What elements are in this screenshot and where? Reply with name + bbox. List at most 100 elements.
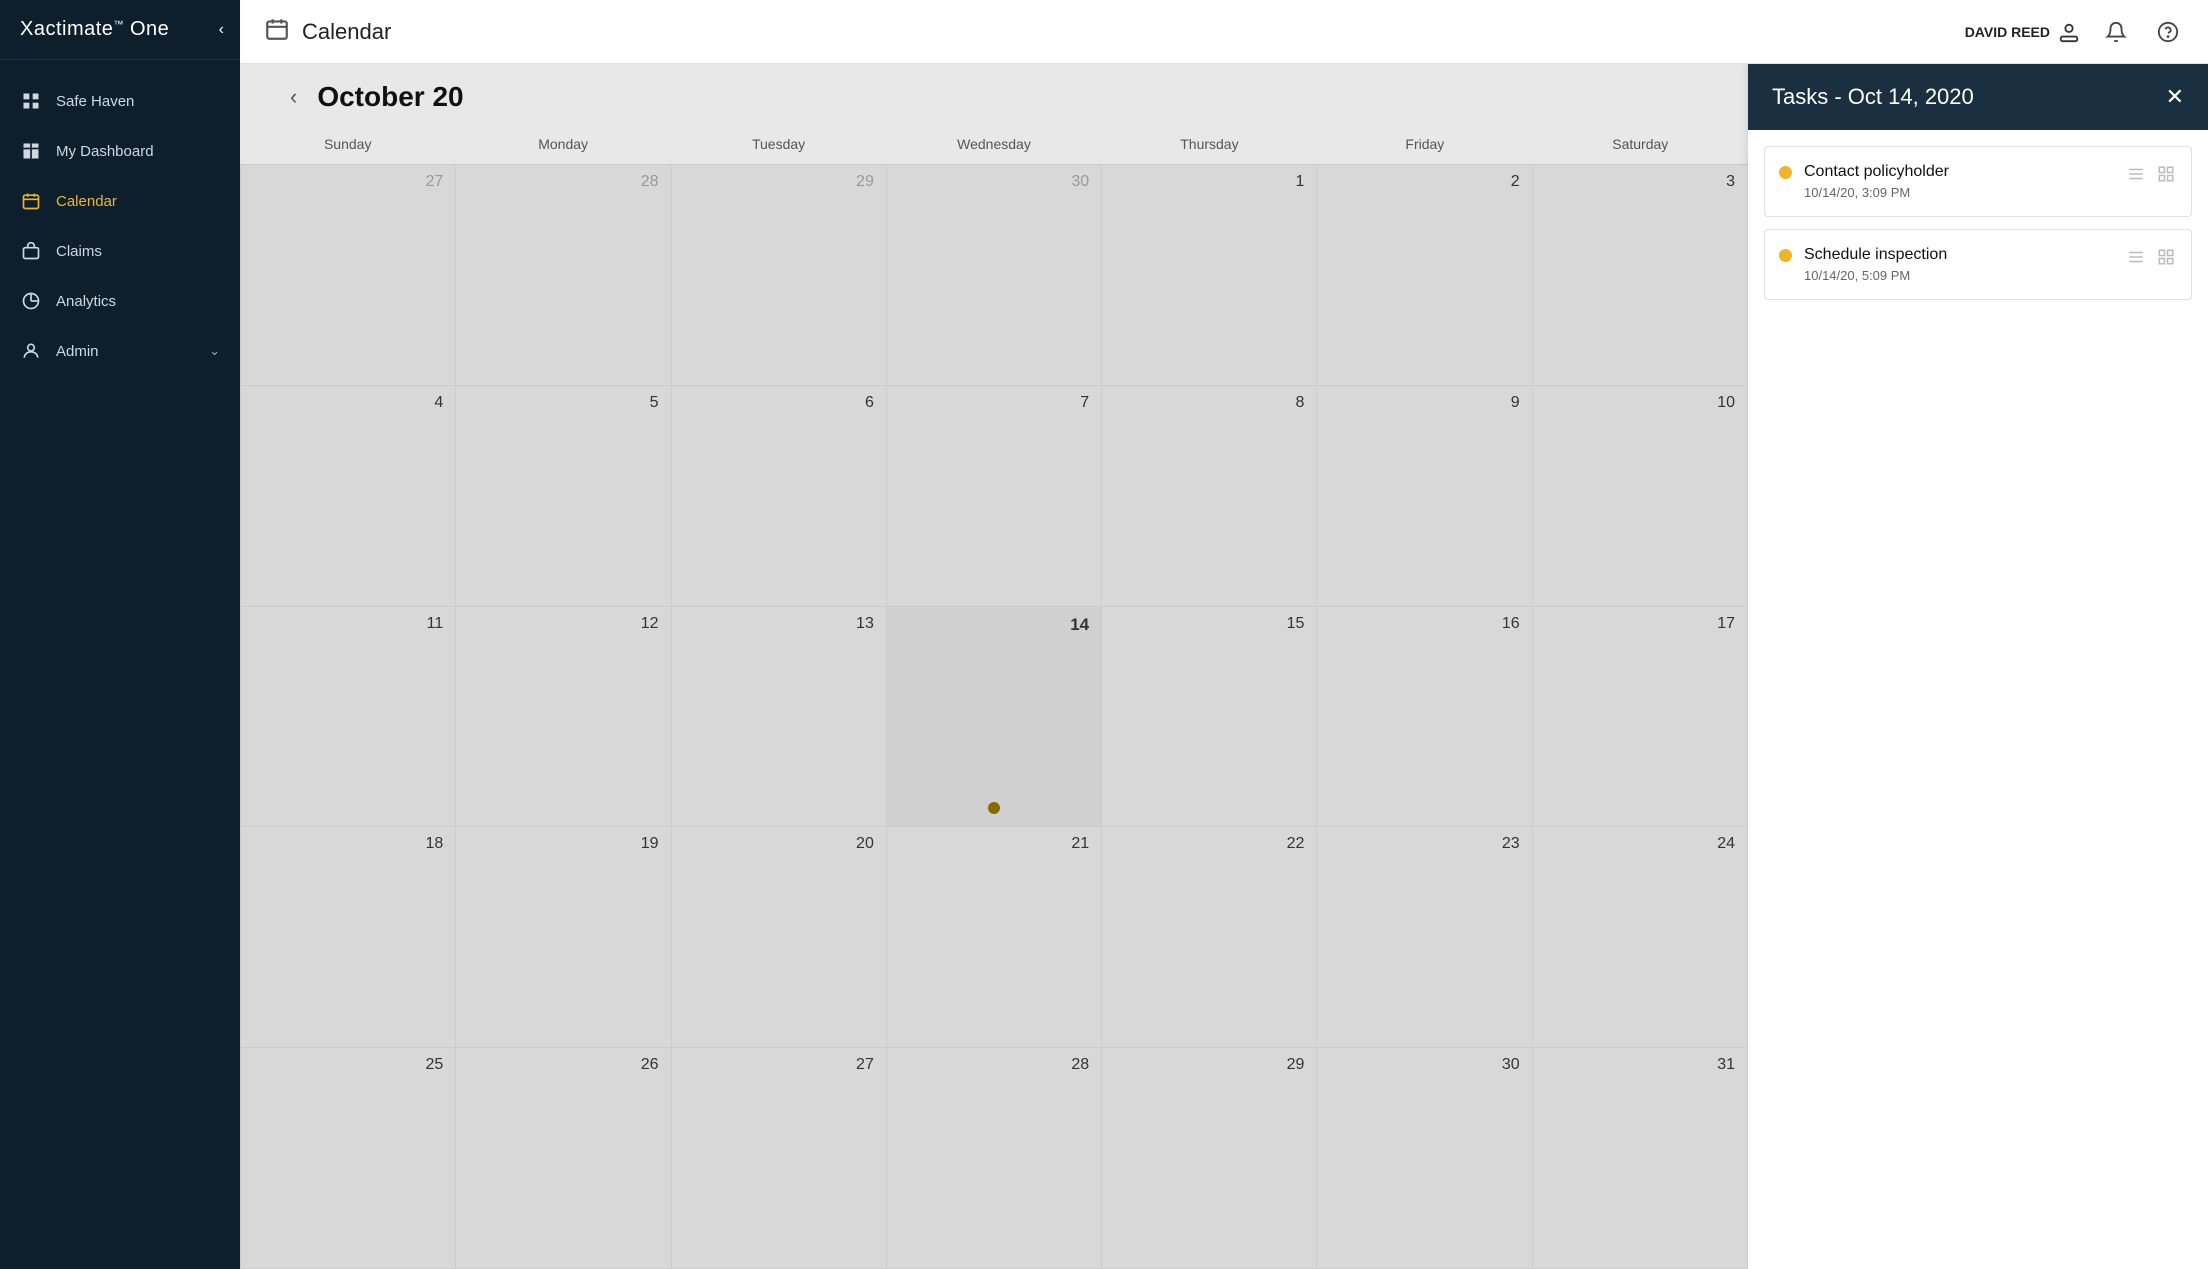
- calendar-day-cell[interactable]: 31: [1533, 1048, 1748, 1269]
- page-title: Calendar: [302, 19, 391, 45]
- task-grid-view-button[interactable]: [2155, 246, 2177, 273]
- app-title-super: ™: [113, 19, 124, 30]
- calendar-day-cell[interactable]: 6: [672, 386, 887, 607]
- task-grid-view-button[interactable]: [2155, 163, 2177, 190]
- calendar-day-cell[interactable]: 23: [1317, 827, 1532, 1048]
- calendar-day-cell[interactable]: 14: [887, 607, 1102, 828]
- task-card[interactable]: Schedule inspection 10/14/20, 5:09 PM: [1764, 229, 2192, 300]
- task-list-view-button[interactable]: [2125, 246, 2147, 273]
- sidebar-item-claims[interactable]: Claims: [0, 226, 240, 276]
- day-number: 21: [1071, 835, 1089, 853]
- notifications-button[interactable]: [2100, 16, 2132, 48]
- sidebar-item-safe-haven[interactable]: Safe Haven: [0, 76, 240, 126]
- help-button[interactable]: [2152, 16, 2184, 48]
- calendar-grid: Sunday Monday Tuesday Wednesday Thursday…: [240, 130, 1748, 1269]
- sidebar-item-admin[interactable]: Admin ⌄: [0, 326, 240, 376]
- day-number: 22: [1287, 835, 1305, 853]
- calendar-day-cell[interactable]: 28: [456, 165, 671, 386]
- task-time: 10/14/20, 3:09 PM: [1804, 185, 2113, 200]
- task-info: Contact policyholder 10/14/20, 3:09 PM: [1804, 163, 2113, 200]
- calendar-day-cell[interactable]: 20: [672, 827, 887, 1048]
- tasks-close-button[interactable]: ✕: [2166, 86, 2184, 108]
- calendar-day-cell[interactable]: 22: [1102, 827, 1317, 1048]
- header-left: Calendar: [264, 16, 391, 47]
- day-number: 28: [641, 173, 659, 191]
- day-number: 14: [1070, 615, 1089, 635]
- calendar-day-cell[interactable]: 30: [1317, 1048, 1532, 1269]
- task-actions: [2125, 246, 2177, 273]
- task-list-view-button[interactable]: [2125, 163, 2147, 190]
- app-logo: Xactimate™ One: [20, 18, 169, 41]
- sidebar-collapse-button[interactable]: ‹: [219, 21, 224, 39]
- calendar-day-cell[interactable]: 2: [1317, 165, 1532, 386]
- event-dot: [988, 802, 1000, 814]
- day-number: 19: [641, 835, 659, 853]
- calendar-day-cell[interactable]: 7: [887, 386, 1102, 607]
- day-number: 20: [856, 835, 874, 853]
- calendar-day-cell[interactable]: 11: [241, 607, 456, 828]
- day-number: 27: [856, 1056, 874, 1074]
- calendar-day-cell[interactable]: 17: [1533, 607, 1748, 828]
- calendar-day-cell[interactable]: 26: [456, 1048, 671, 1269]
- day-number: 12: [641, 615, 659, 633]
- weekday-sunday: Sunday: [240, 130, 455, 160]
- sidebar-item-label: Calendar: [56, 193, 220, 210]
- day-number: 5: [650, 394, 659, 412]
- calendar-day-cell[interactable]: 15: [1102, 607, 1317, 828]
- task-card[interactable]: Contact policyholder 10/14/20, 3:09 PM: [1764, 146, 2192, 217]
- weekday-wednesday: Wednesday: [886, 130, 1101, 160]
- calendar-day-cell[interactable]: 24: [1533, 827, 1748, 1048]
- weekday-friday: Friday: [1317, 130, 1532, 160]
- calendar-day-cell[interactable]: 29: [1102, 1048, 1317, 1269]
- day-number: 4: [434, 394, 443, 412]
- task-status-dot: [1779, 166, 1792, 179]
- day-number: 9: [1511, 394, 1520, 412]
- day-number: 15: [1287, 615, 1305, 633]
- calendar-day-cell[interactable]: 30: [887, 165, 1102, 386]
- weekday-thursday: Thursday: [1102, 130, 1317, 160]
- weekday-tuesday: Tuesday: [671, 130, 886, 160]
- calendar-day-cell[interactable]: 1: [1102, 165, 1317, 386]
- calendar-day-cell[interactable]: 12: [456, 607, 671, 828]
- weekday-monday: Monday: [455, 130, 670, 160]
- calendar-day-cell[interactable]: 21: [887, 827, 1102, 1048]
- analytics-icon: [20, 290, 42, 312]
- calendar-day-cell[interactable]: 8: [1102, 386, 1317, 607]
- calendar-day-cell[interactable]: 13: [672, 607, 887, 828]
- page-header: Calendar DAVID REED: [240, 0, 2208, 64]
- sidebar-item-my-dashboard[interactable]: My Dashboard: [0, 126, 240, 176]
- calendar-day-cell[interactable]: 19: [456, 827, 671, 1048]
- calendar-day-cell[interactable]: 4: [241, 386, 456, 607]
- day-number: 7: [1080, 394, 1089, 412]
- day-number: 26: [641, 1056, 659, 1074]
- sidebar-header: Xactimate™ One ‹: [0, 0, 240, 60]
- calendar-day-cell[interactable]: 9: [1317, 386, 1532, 607]
- user-info[interactable]: DAVID REED: [1965, 21, 2080, 43]
- calendar-day-cell[interactable]: 16: [1317, 607, 1532, 828]
- grid-view-icon: [2157, 248, 2175, 266]
- calendar-day-cell[interactable]: 10: [1533, 386, 1748, 607]
- grid-view-icon: [2157, 165, 2175, 183]
- sidebar-item-label: Analytics: [56, 293, 220, 310]
- calendar-header-icon: [264, 16, 290, 47]
- calendar-day-cell[interactable]: 5: [456, 386, 671, 607]
- calendar-day-cell[interactable]: 3: [1533, 165, 1748, 386]
- calendar-day-cell[interactable]: 18: [241, 827, 456, 1048]
- day-number: 6: [865, 394, 874, 412]
- calendar-prev-button[interactable]: ‹: [280, 80, 307, 114]
- calendar-main: ‹ October 20 Sunday Monday Tuesday Wedne…: [240, 64, 1748, 1269]
- task-time: 10/14/20, 5:09 PM: [1804, 268, 2113, 283]
- calendar-weekdays: Sunday Monday Tuesday Wednesday Thursday…: [240, 130, 1748, 164]
- day-number: 13: [856, 615, 874, 633]
- calendar-day-cell[interactable]: 25: [241, 1048, 456, 1269]
- sidebar-item-label: Admin: [56, 343, 195, 360]
- sidebar-item-analytics[interactable]: Analytics: [0, 276, 240, 326]
- app-title-text: Xactimate: [20, 18, 113, 40]
- calendar-day-cell[interactable]: 29: [672, 165, 887, 386]
- calendar-day-cell[interactable]: 27: [672, 1048, 887, 1269]
- calendar-day-cell[interactable]: 28: [887, 1048, 1102, 1269]
- sidebar-item-calendar[interactable]: Calendar: [0, 176, 240, 226]
- calendar-nav: ‹ October 20: [240, 64, 1748, 130]
- dashboard-icon: [20, 140, 42, 162]
- calendar-day-cell[interactable]: 27: [241, 165, 456, 386]
